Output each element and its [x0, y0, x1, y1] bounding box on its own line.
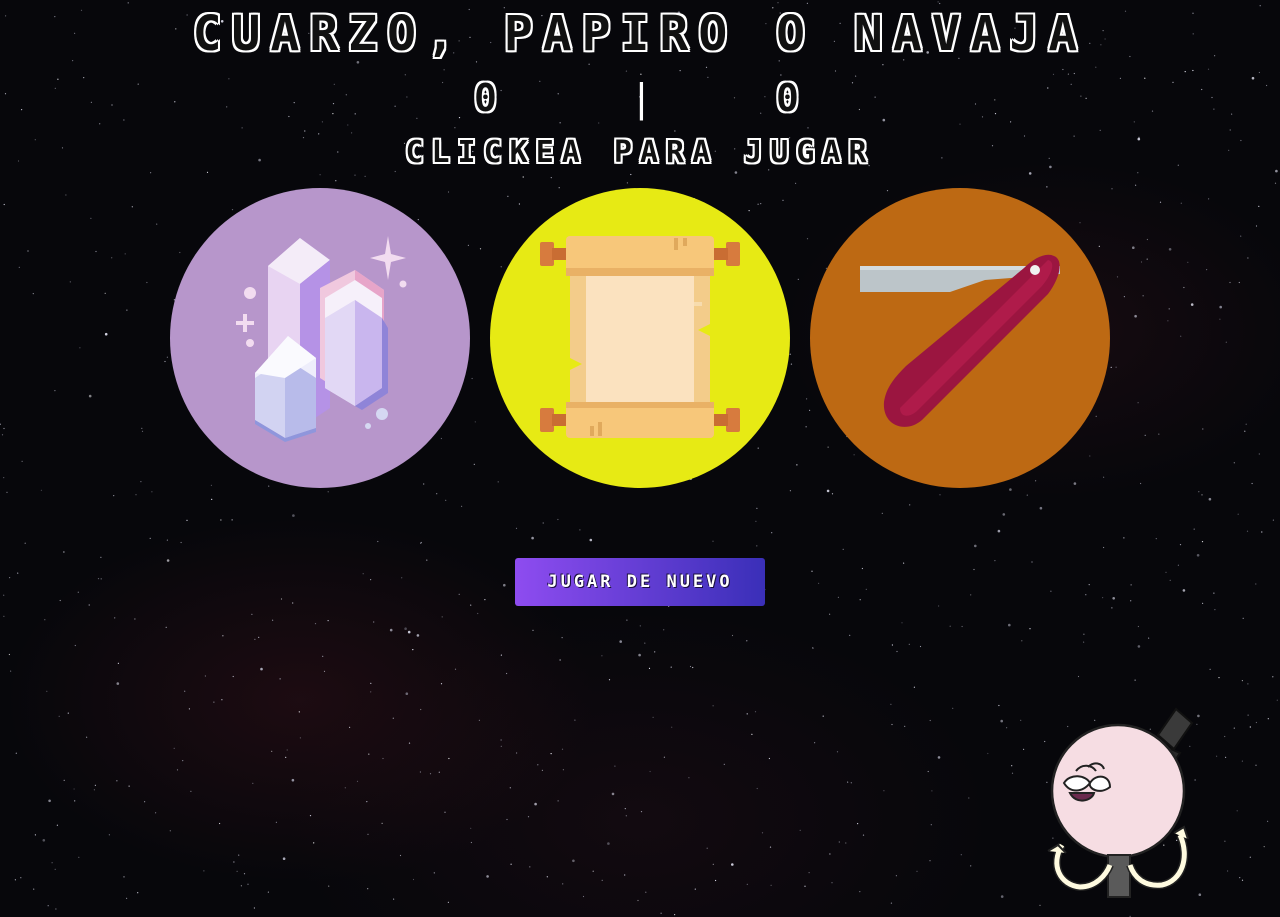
score-separator: |	[630, 76, 653, 120]
play-again-button[interactable]: JUGAR DE NUEVO	[515, 558, 765, 606]
computer-score: 0	[776, 76, 799, 120]
game-title: CUARZO, PAPIRO O NAVAJA	[192, 6, 1088, 62]
choice-paper-button[interactable]	[490, 188, 790, 488]
straight-razor-icon	[860, 254, 1060, 427]
choice-razor-button[interactable]	[810, 188, 1110, 488]
pops-character-icon	[1047, 707, 1194, 898]
choice-quartz-button[interactable]	[170, 188, 470, 488]
quartz-crystal-icon	[236, 236, 407, 442]
instruction-text: CLICKEA PARA JUGAR	[405, 135, 875, 170]
player-score: 0	[474, 76, 497, 120]
papyrus-scroll-icon	[540, 236, 740, 438]
